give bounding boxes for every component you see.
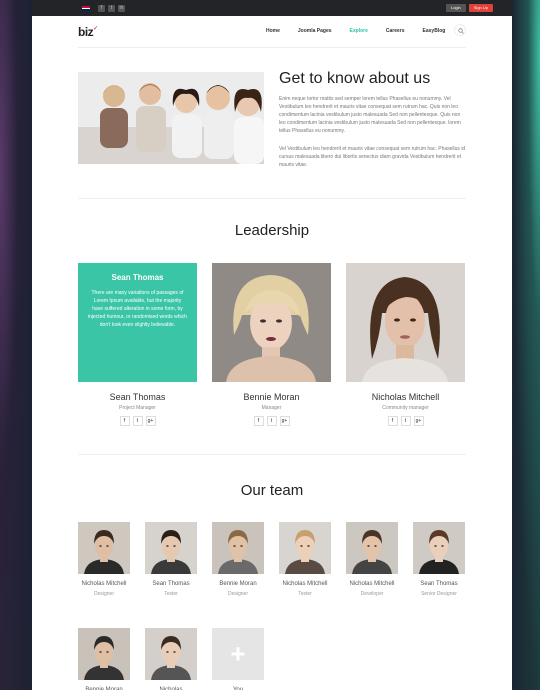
plus-icon: + bbox=[230, 638, 246, 669]
team-title: Our team bbox=[240, 482, 304, 499]
google-plus-icon[interactable]: g+ bbox=[413, 416, 424, 426]
facebook-icon[interactable]: f bbox=[253, 416, 264, 426]
team-member-photo[interactable] bbox=[78, 522, 130, 574]
team-member-photo[interactable] bbox=[413, 522, 465, 574]
facebook-icon[interactable]: f bbox=[119, 416, 130, 426]
team-member-role: Tester bbox=[164, 591, 178, 597]
facebook-icon[interactable]: f bbox=[387, 416, 398, 426]
team-member-card: + You bbox=[212, 628, 264, 690]
team-member-photo[interactable] bbox=[78, 628, 130, 680]
google-plus-icon[interactable]: g+ bbox=[279, 416, 290, 426]
google-plus-icon[interactable]: g+ bbox=[145, 416, 156, 426]
about-section: Get to know about us Enim neque tortor m… bbox=[78, 70, 466, 168]
twitter-icon[interactable]: t bbox=[266, 416, 277, 426]
leader-photo[interactable] bbox=[212, 263, 331, 382]
header: biz✓ Home Joomla Pages Explore Careers E… bbox=[78, 16, 466, 48]
facebook-icon[interactable]: f bbox=[98, 4, 105, 12]
search-icon[interactable] bbox=[454, 24, 466, 36]
nav-home[interactable]: Home bbox=[266, 28, 280, 34]
background-right bbox=[512, 0, 540, 690]
leader-photo[interactable] bbox=[346, 263, 465, 382]
add-member-button[interactable]: + bbox=[212, 628, 264, 680]
page: f t in Login Sign Up biz✓ Home Joomla Pa… bbox=[32, 0, 512, 690]
team-member-card: Nicholas bbox=[145, 628, 197, 690]
team-member-card: Bennie Moran bbox=[78, 628, 130, 690]
team-group-photo bbox=[78, 72, 264, 164]
overlay-text: There are many variations of passages of… bbox=[88, 290, 187, 328]
main-nav: Home Joomla Pages Explore Careers EasyBl… bbox=[266, 28, 463, 34]
team-member-name: Bennie Moran bbox=[85, 687, 123, 690]
team-member-role: Designer bbox=[93, 591, 114, 597]
team-member-card: Bennie Moran Designer bbox=[212, 522, 264, 597]
team-member-card: Sean Thomas Tester bbox=[145, 522, 197, 597]
nav-joomla-pages[interactable]: Joomla Pages bbox=[298, 28, 332, 34]
about-paragraph-2: Vel Vestibulum leo hendrerit et mauris v… bbox=[279, 146, 466, 168]
team-member-photo[interactable] bbox=[346, 522, 398, 574]
leader-card: Bennie Moran Manager f t g+ bbox=[212, 263, 331, 426]
leadership-title: Leadership bbox=[234, 222, 310, 239]
leader-role: Manager bbox=[261, 405, 282, 411]
nav-careers[interactable]: Careers bbox=[386, 28, 405, 34]
divider bbox=[78, 198, 466, 199]
nav-explore[interactable]: Explore bbox=[350, 28, 368, 34]
twitter-icon[interactable]: t bbox=[132, 416, 143, 426]
twitter-icon[interactable]: t bbox=[400, 416, 411, 426]
team-member-role: Senior Designer bbox=[421, 591, 457, 597]
leader-photo[interactable]: Sean Thomas There are many variations of… bbox=[78, 263, 197, 382]
leader-hover-overlay: Sean Thomas There are many variations of… bbox=[78, 263, 197, 382]
team-member-name: Nicholas Mitchell bbox=[282, 581, 328, 587]
leader-card: Sean Thomas There are many variations of… bbox=[78, 263, 197, 426]
logo-mark-icon: ✓ bbox=[93, 25, 98, 32]
team-member-card: Nicholas Mitchell Designer bbox=[78, 522, 130, 597]
team-member-card: Nicholas Mitchell Tester bbox=[279, 522, 331, 597]
team-member-card: Nicholas Mitchell Developer bbox=[346, 522, 398, 597]
logo-text: biz bbox=[78, 24, 94, 39]
leader-social-links: f t g+ bbox=[212, 416, 331, 426]
team-member-role: Designer bbox=[227, 591, 248, 597]
about-title: Get to know about us bbox=[279, 70, 431, 87]
team-member-role: Developer bbox=[360, 591, 384, 597]
twitter-icon[interactable]: t bbox=[108, 4, 115, 12]
linkedin-icon[interactable]: in bbox=[118, 4, 125, 12]
nav-easyblog[interactable]: EasyBlog bbox=[423, 28, 446, 34]
background-left bbox=[0, 0, 32, 690]
uk-flag-icon[interactable] bbox=[82, 5, 90, 11]
team-member-photo[interactable] bbox=[145, 522, 197, 574]
team-member-photo[interactable] bbox=[212, 522, 264, 574]
divider bbox=[78, 454, 466, 455]
leader-social-links: f t g+ bbox=[346, 416, 465, 426]
leader-name: Sean Thomas bbox=[109, 392, 166, 402]
auth-buttons: Login Sign Up bbox=[445, 4, 493, 12]
signup-button[interactable]: Sign Up bbox=[468, 4, 493, 12]
team-member-name: Nicholas Mitchell bbox=[81, 581, 127, 587]
login-button[interactable]: Login bbox=[445, 4, 466, 12]
leader-role: Project Manager bbox=[119, 405, 156, 411]
overlay-name: Sean Thomas bbox=[111, 273, 164, 282]
leader-name: Nicholas Mitchell bbox=[371, 392, 440, 402]
team-member-card: Sean Thomas Senior Designer bbox=[413, 522, 465, 597]
leader-role: Community manager bbox=[382, 405, 429, 411]
team-member-name: Sean Thomas bbox=[152, 581, 190, 587]
team-member-photo[interactable] bbox=[279, 522, 331, 574]
team-member-name: You bbox=[232, 687, 244, 690]
team-member-role: Tester bbox=[298, 591, 312, 597]
leader-name: Bennie Moran bbox=[243, 392, 300, 402]
leader-card: Nicholas Mitchell Community manager f t … bbox=[346, 263, 465, 426]
team-member-name: Nicholas bbox=[159, 687, 183, 690]
top-bar: f t in Login Sign Up bbox=[32, 0, 512, 16]
leader-social-links: f t g+ bbox=[78, 416, 197, 426]
team-member-name: Bennie Moran bbox=[219, 581, 257, 587]
about-paragraph-1: Enim neque tortor mattis sed semper lore… bbox=[279, 96, 461, 134]
logo[interactable]: biz✓ bbox=[78, 25, 98, 39]
team-member-photo[interactable] bbox=[145, 628, 197, 680]
team-member-name: Sean Thomas bbox=[420, 581, 458, 587]
team-member-name: Nicholas Mitchell bbox=[349, 581, 395, 587]
